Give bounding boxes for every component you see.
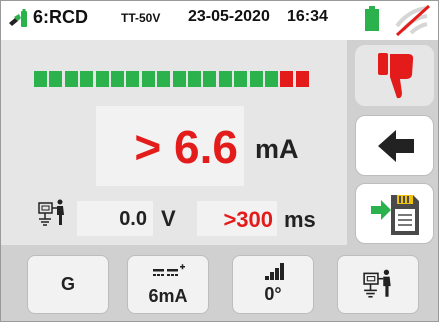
ground-person-icon — [38, 199, 64, 226]
bar-segment — [111, 71, 124, 87]
arrow-left-icon — [378, 130, 414, 162]
bar-segment — [249, 71, 263, 87]
range-label: TT-50V — [121, 11, 161, 25]
result-indicator — [355, 45, 434, 106]
wifi-off-icon — [395, 4, 431, 36]
bar-segment — [49, 71, 63, 87]
voltage-readout: 0.0 — [77, 201, 153, 236]
time-label: 16:34 — [287, 8, 328, 25]
status-header: 6:RCD TT-50V 23-05-2020 16:34 — [1, 1, 438, 37]
bar-segment — [157, 71, 171, 87]
instrument-screen: 6:RCD TT-50V 23-05-2020 16:34 > 6.6 mA 0… — [0, 0, 439, 322]
phase-ramp-icon — [265, 263, 284, 280]
current-readout: > 6.6 — [96, 106, 244, 186]
phase-angle-button[interactable]: 0° — [232, 255, 314, 314]
bar-segment — [34, 71, 47, 87]
bar-segment — [64, 71, 78, 87]
phase-angle-label: 0° — [264, 284, 282, 304]
voltage-unit: V — [161, 206, 176, 231]
bar-segment — [203, 71, 217, 87]
leakage-bar-graph — [34, 71, 312, 87]
save-to-memory-icon — [371, 195, 419, 235]
rcd-type-label: G — [60, 274, 75, 294]
bar-segment — [234, 71, 248, 87]
bar-segment — [188, 71, 201, 87]
bar-segment — [218, 71, 232, 87]
trip-time-unit: ms — [284, 207, 316, 232]
bar-segment — [95, 71, 109, 87]
ac-dc-wave-icon — [153, 264, 185, 276]
back-button[interactable] — [355, 115, 434, 176]
rcd-type-button[interactable]: G — [27, 255, 109, 314]
probe-icon — [9, 9, 27, 27]
trip-time-readout: >300 — [197, 201, 277, 236]
bar-segment — [172, 71, 186, 87]
rated-current-label: 6mA — [148, 286, 188, 306]
rated-current-button[interactable]: 6mA — [127, 255, 209, 314]
current-unit: mA — [255, 134, 299, 164]
voltage-value: 0.0 — [119, 208, 147, 230]
date-label: 23-05-2020 — [188, 8, 270, 25]
bar-segment — [265, 71, 278, 87]
bar-segment — [141, 71, 155, 87]
save-button[interactable] — [355, 183, 434, 244]
ground-person-icon — [363, 269, 391, 298]
bar-segment — [126, 71, 140, 87]
current-value: > 6.6 — [134, 121, 238, 173]
trip-time-value: >300 — [223, 207, 273, 232]
thumbs-down-icon — [378, 53, 414, 99]
bar-segment — [280, 71, 294, 87]
battery-icon — [365, 6, 379, 31]
bar-segment — [295, 71, 309, 87]
ground-test-button[interactable] — [337, 255, 419, 314]
function-label: 6:RCD — [33, 7, 89, 27]
bar-segment — [80, 71, 94, 87]
